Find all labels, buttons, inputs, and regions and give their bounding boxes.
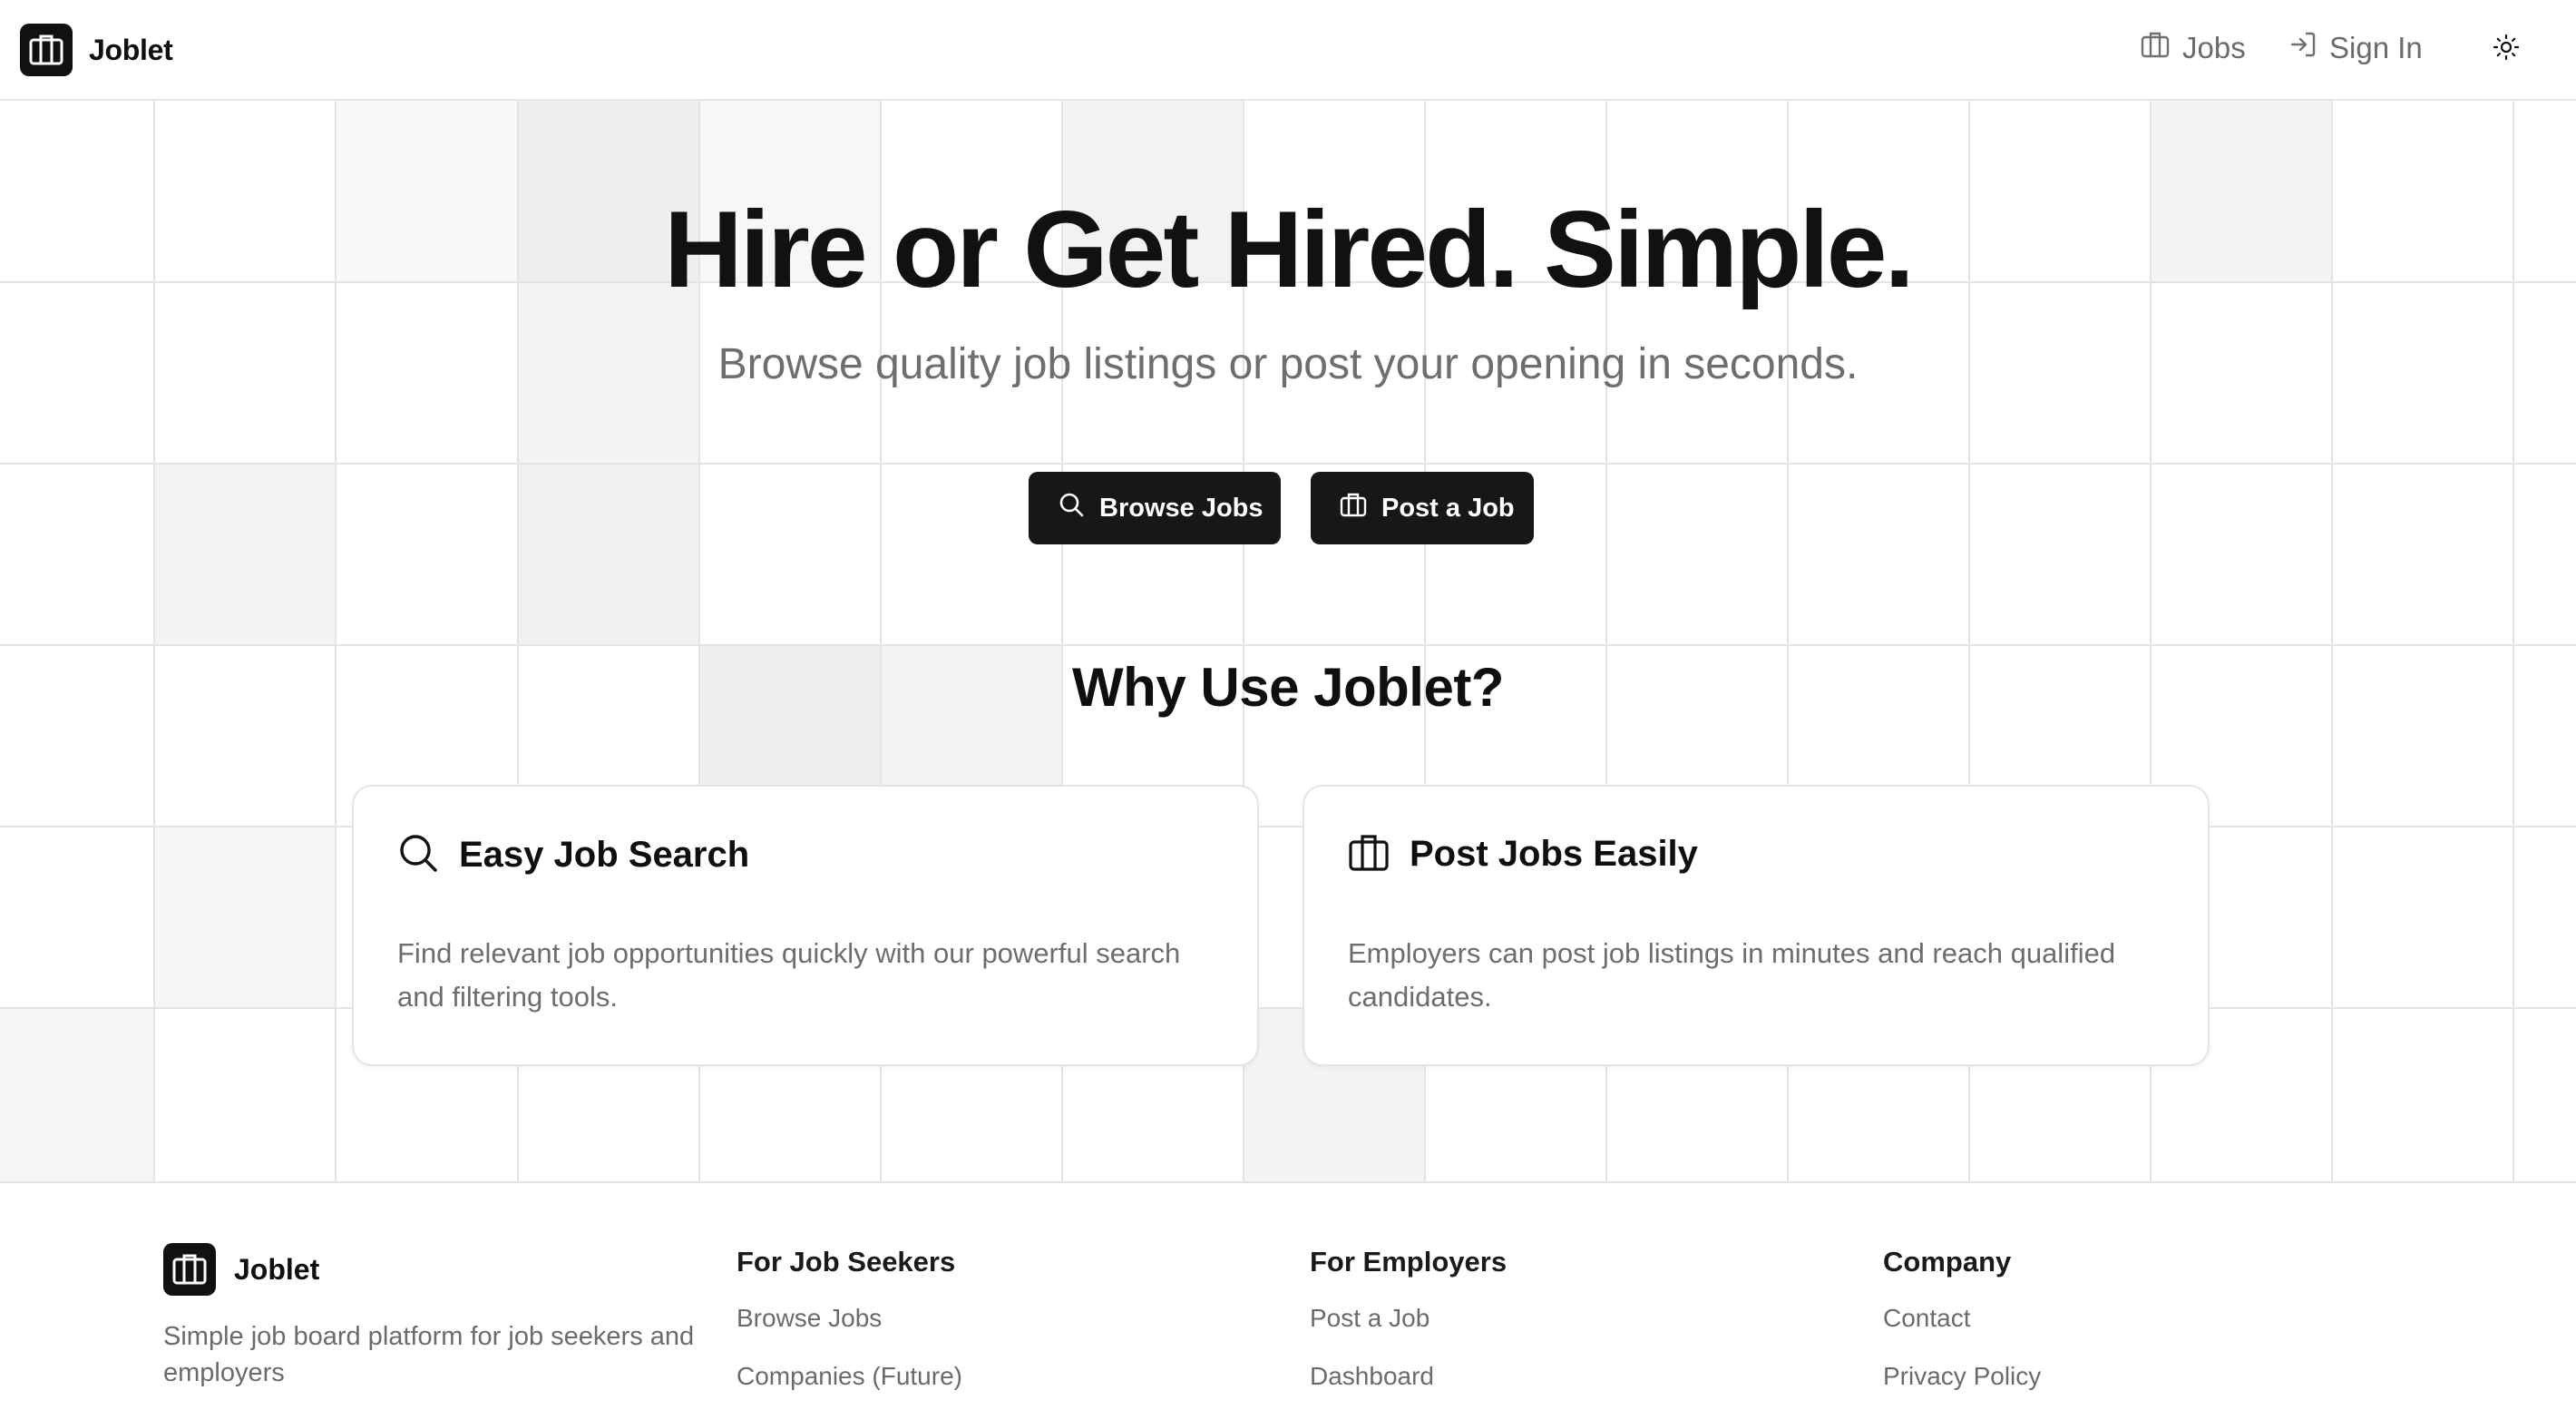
hero-title: Hire or Get Hired. Simple. [664,189,1915,310]
post-job-button[interactable]: Post a Job [1311,472,1534,544]
footer-column-company: Company Contact Privacy Policy [1883,1246,2041,1395]
footer-column-employers: For Employers Post a Job Dashboard [1310,1246,1507,1395]
grid-cell [154,827,336,1008]
feature-card-text: Find relevant job opportunities quickly … [397,937,1181,1013]
sign-in-icon [2289,31,2317,65]
sun-icon [2493,34,2520,65]
feature-card-text: Employers can post job listings in minut… [1348,937,2116,1013]
briefcase-logo-icon [20,24,73,76]
footer-column-heading: For Job Seekers [737,1246,956,1278]
briefcase-icon [1348,832,1390,876]
footer: Joblet Simple job board platform for job… [0,1184,2576,1410]
brand[interactable]: Joblet [20,24,173,76]
hero-subtitle: Browse quality job listings or post your… [717,340,1859,388]
footer-column-heading: Company [1883,1246,2012,1278]
nav-sign-in-label: Sign In [2329,31,2423,64]
grid-cell [518,464,699,645]
briefcase-icon [2141,31,2170,65]
hero-section: Hire or Get Hired. Simple. Browse qualit… [0,101,2576,1183]
post-job-label: Post a Job [1381,493,1515,523]
footer-link-contact[interactable]: Contact [1883,1300,2041,1337]
theme-toggle-button[interactable] [2481,24,2532,74]
nav-jobs-link[interactable]: Jobs [2141,31,2246,65]
top-navbar: Joblet Jobs Sign In [0,0,2576,101]
feature-card-title: Post Jobs Easily [1410,834,1698,874]
nav-sign-in-link[interactable]: Sign In [2289,31,2423,65]
footer-link-privacy[interactable]: Privacy Policy [1883,1358,2041,1395]
browse-jobs-label: Browse Jobs [1099,493,1264,523]
grid-cell [0,1008,154,1181]
footer-description: Simple job board platform for job seeker… [163,1322,695,1387]
browse-jobs-button[interactable]: Browse Jobs [1029,472,1281,544]
brand-name: Joblet [89,33,173,66]
search-icon [397,832,439,878]
feature-card-title: Easy Job Search [459,835,750,875]
search-icon [1058,491,1085,525]
footer-link-post-job[interactable]: Post a Job [1310,1300,1507,1337]
footer-brand[interactable]: Joblet [163,1243,319,1296]
nav-jobs-label: Jobs [2182,31,2246,64]
feature-card-job-search: Easy Job Search Find relevant job opport… [352,785,1259,1066]
footer-brand-name: Joblet [234,1252,320,1286]
footer-link-dashboard[interactable]: Dashboard [1310,1358,1507,1395]
why-section-title: Why Use Joblet? [1072,657,1504,718]
briefcase-logo-icon [163,1243,216,1296]
briefcase-icon [1340,492,1367,524]
footer-link-browse-jobs[interactable]: Browse Jobs [737,1300,962,1337]
grid-cell [154,464,336,645]
footer-link-companies[interactable]: Companies (Future) [737,1358,962,1395]
footer-column-heading: For Employers [1310,1246,1508,1278]
feature-card-post-jobs: Post Jobs Easily Employers can post job … [1303,785,2210,1066]
footer-column-job-seekers: For Job Seekers Browse Jobs Companies (F… [737,1246,962,1395]
